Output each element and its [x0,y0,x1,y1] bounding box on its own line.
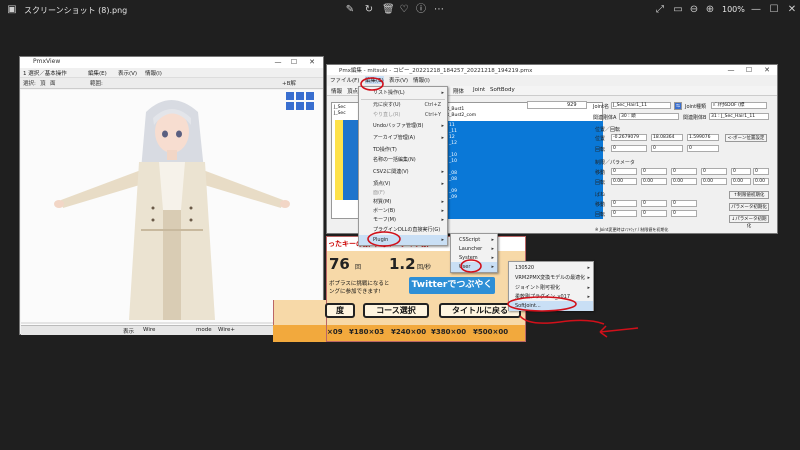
annotation-overlay [360,77,639,338]
